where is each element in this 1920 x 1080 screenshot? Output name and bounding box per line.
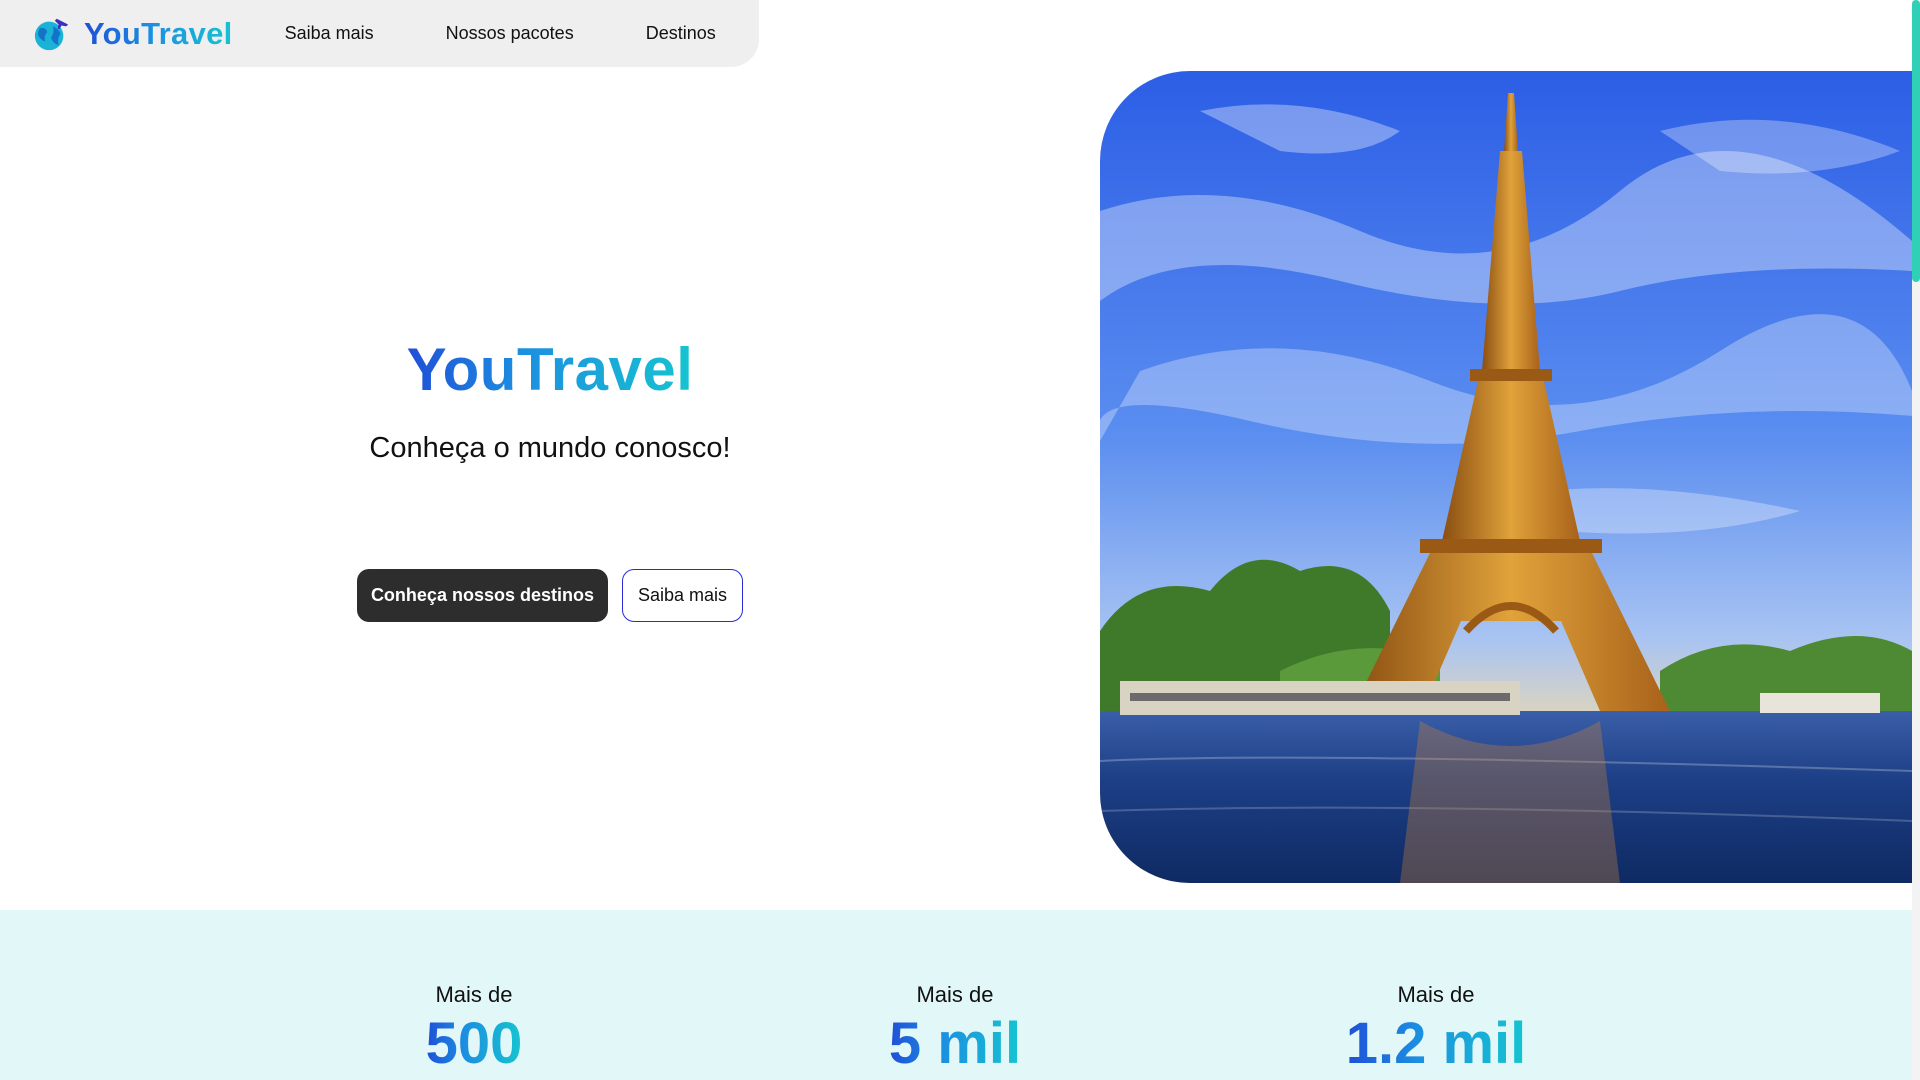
nav-link-saiba-mais[interactable]: Saiba mais: [285, 23, 374, 44]
stat-prefix: Mais de: [916, 982, 994, 1007]
stat-item: Mais de 5 mil: [755, 982, 1155, 1076]
stats-section: Mais de 500 Mais de 5 mil Mais de 1.2 mi…: [0, 910, 1912, 1080]
hero-section: YouTravel Conheça o mundo conosco! Conhe…: [0, 67, 1100, 910]
eiffel-tower-illustration: [1100, 71, 1912, 883]
brand-logo-link[interactable]: YouTravel: [32, 15, 233, 53]
top-navbar: YouTravel Saiba mais Nossos pacotes Dest…: [0, 0, 759, 67]
scrollbar-track[interactable]: [1912, 0, 1920, 1080]
hero-title-text: YouTravel: [406, 336, 694, 403]
hero-buttons: Conheça nossos destinos Saiba mais: [0, 569, 1100, 622]
explore-destinations-button[interactable]: Conheça nossos destinos: [356, 569, 608, 622]
nav-link-destinos[interactable]: Destinos: [646, 23, 716, 44]
stat-item: Mais de 500: [274, 982, 674, 1076]
hero-title: YouTravel: [0, 335, 1100, 404]
eiffel-tower-photo: [1100, 71, 1912, 883]
stat-prefix: Mais de: [1397, 982, 1475, 1007]
stat-item: Mais de 1.2 mil: [1236, 982, 1636, 1076]
stat-prefix: Mais de: [435, 982, 513, 1007]
scrollbar-thumb[interactable]: [1912, 0, 1920, 282]
nav-link-nossos-pacotes[interactable]: Nossos pacotes: [446, 23, 574, 44]
nav-links: Saiba mais Nossos pacotes Destinos: [233, 23, 716, 44]
brand-name: YouTravel: [84, 15, 233, 51]
hero-subtitle: Conheça o mundo conosco!: [369, 432, 731, 464]
stat-value: 500: [425, 1011, 523, 1076]
stat-value: 1.2 mil: [1345, 1011, 1527, 1076]
stat-value: 5 mil: [888, 1011, 1022, 1076]
globe-airplane-icon: [34, 18, 69, 50]
learn-more-button[interactable]: Saiba mais: [622, 569, 744, 622]
